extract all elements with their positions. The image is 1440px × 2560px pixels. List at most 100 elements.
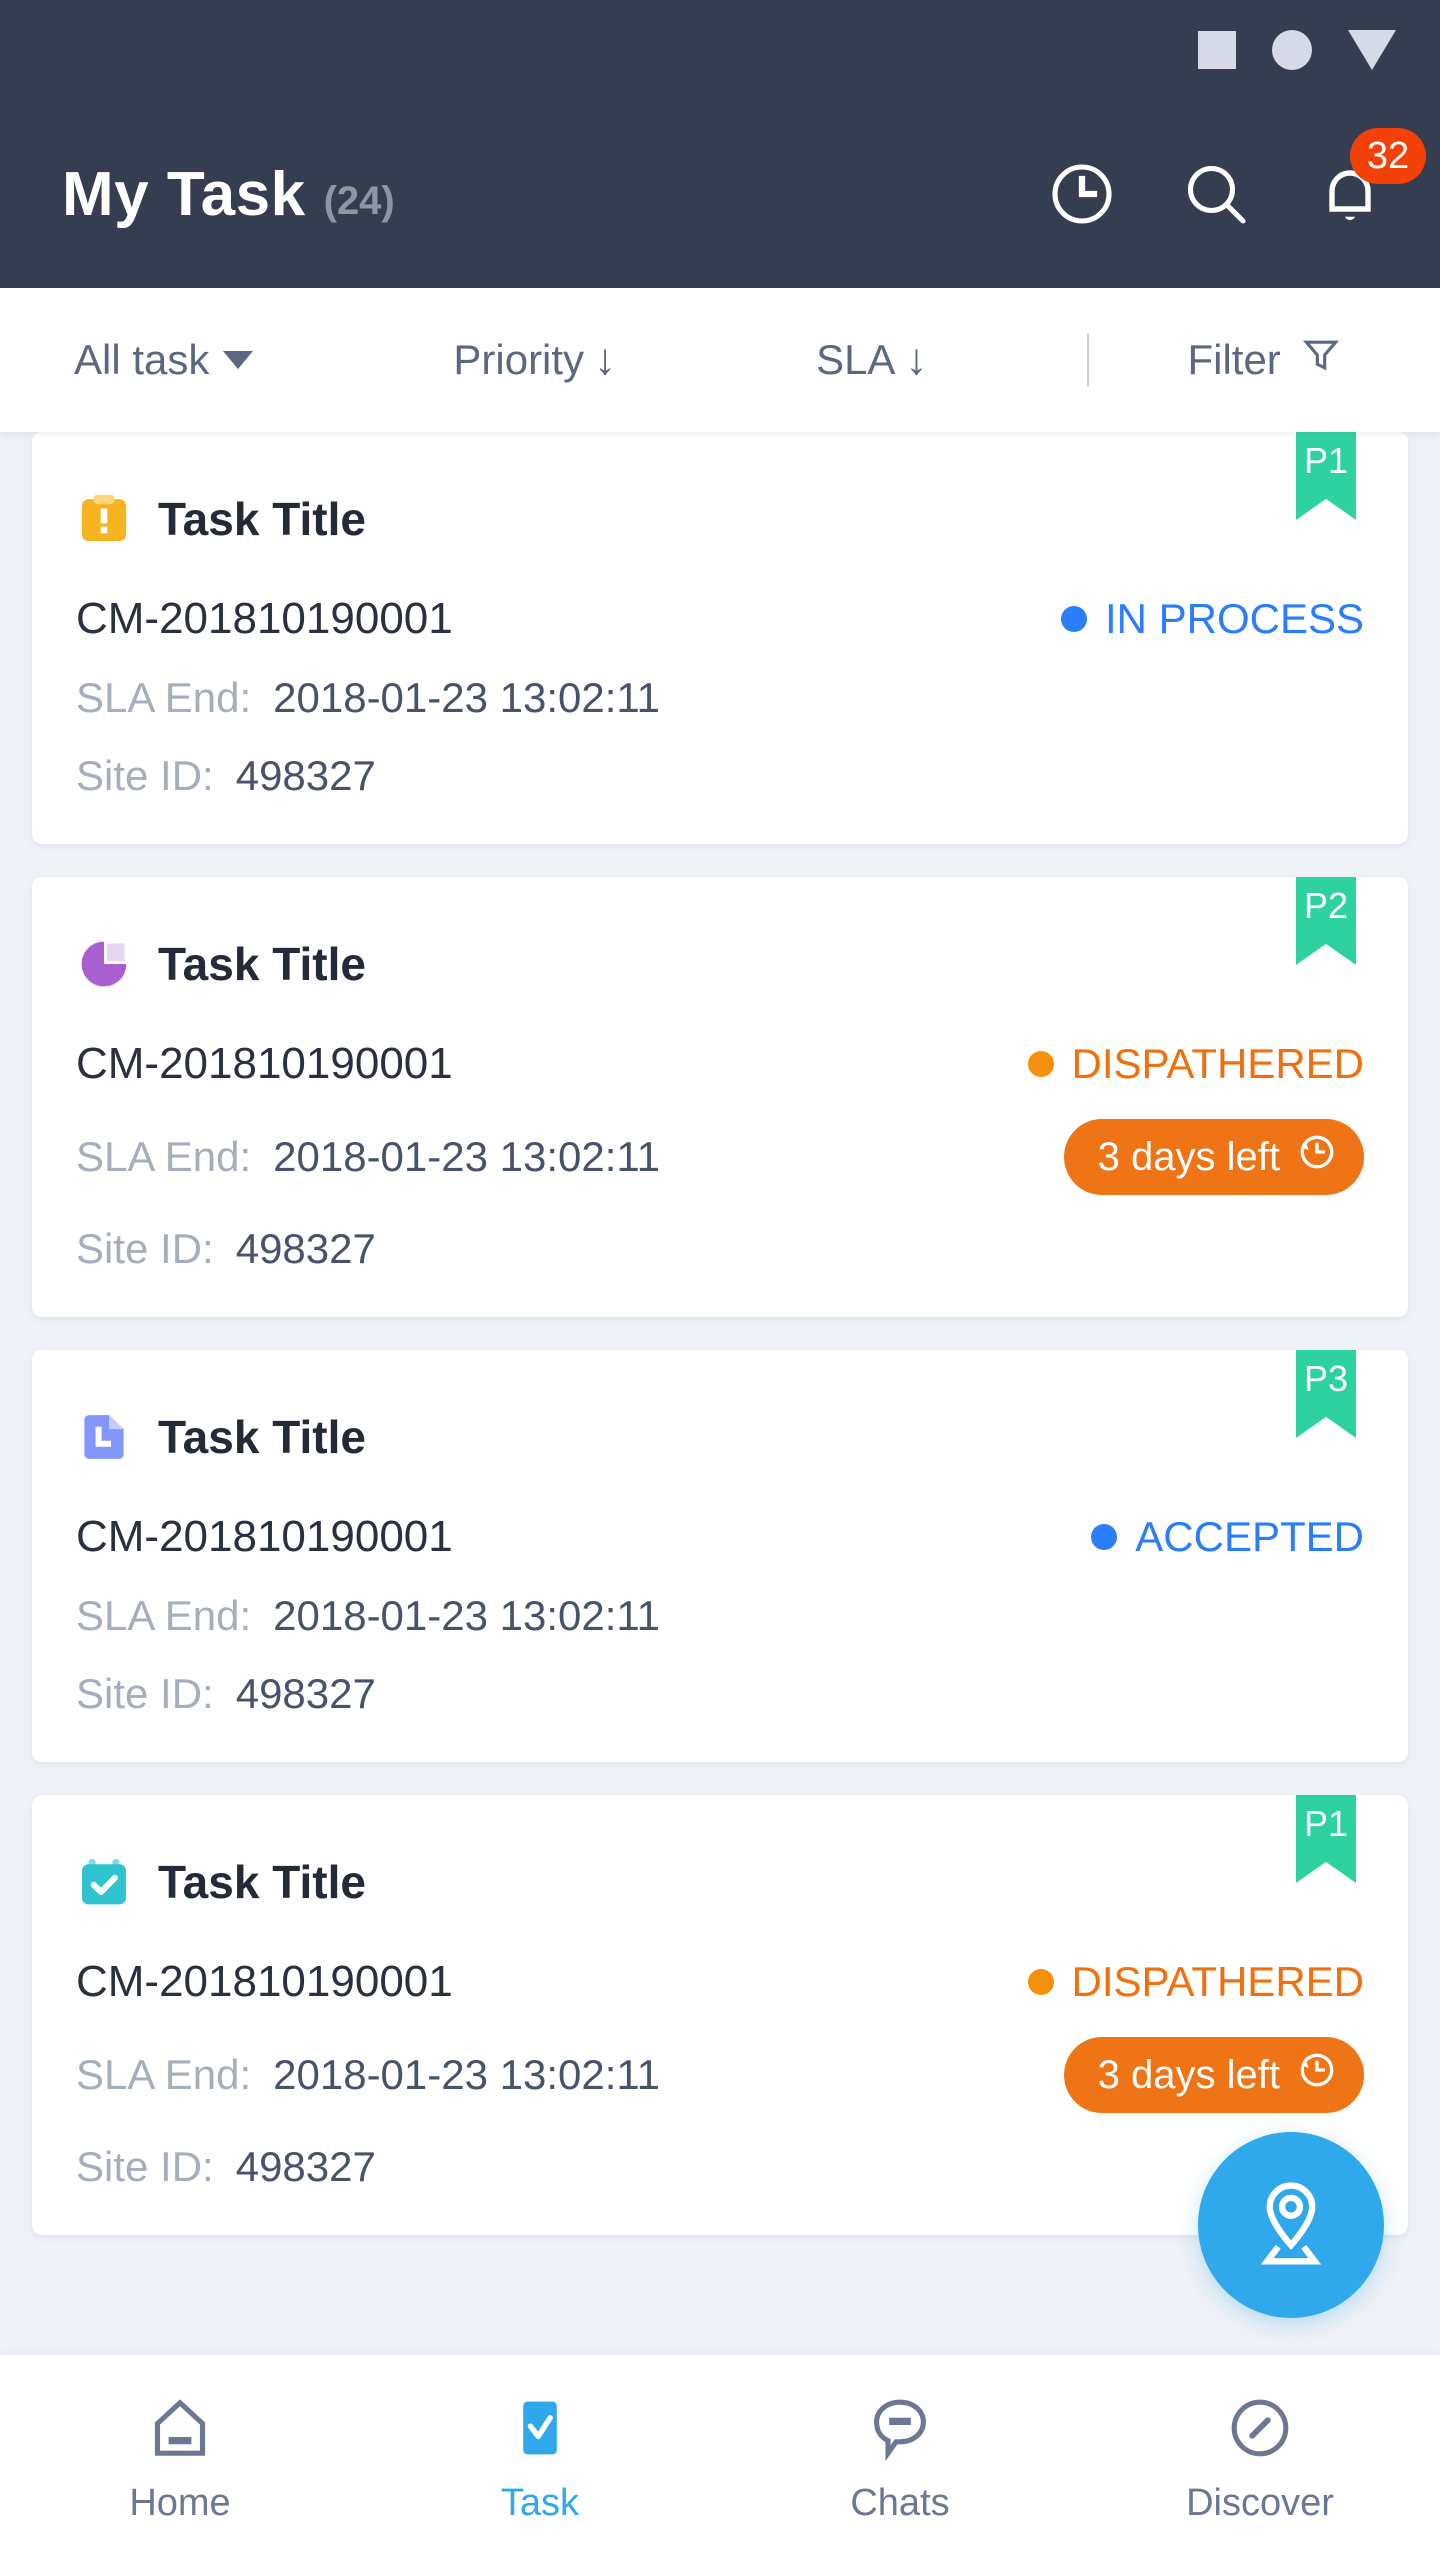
task-code: CM-201810190001: [76, 1957, 453, 2006]
task-card[interactable]: P1 Task Title CM-201810190001 IN PROCESS: [32, 432, 1408, 844]
square-placeholder-icon: [1198, 31, 1236, 69]
map-pin-location-icon: [1240, 2172, 1342, 2279]
status-dot-icon: [1027, 1051, 1054, 1077]
status-dot-icon: [1027, 1969, 1054, 1995]
clock-history-icon: [1296, 2049, 1338, 2101]
pie-chart-icon: [76, 936, 132, 992]
search-button[interactable]: [1180, 158, 1252, 230]
filter-bar: All task Priority ↓ SLA ↓ Filter: [0, 288, 1440, 432]
funnel-icon: [1299, 333, 1343, 387]
countdown-pill: 3 days left: [1063, 1119, 1364, 1195]
divider: [1087, 334, 1090, 386]
status-label: ACCEPTED: [1135, 1513, 1364, 1560]
clock-history-icon: [1296, 1131, 1338, 1183]
site-id-value: 498327: [235, 752, 376, 799]
countdown-label: 3 days left: [1097, 1134, 1280, 1179]
chat-bubble-icon: [864, 2390, 936, 2466]
all-task-label: All task: [74, 336, 210, 383]
site-id-label: Site ID:: [76, 1225, 214, 1272]
task-title: Task Title: [158, 493, 366, 545]
status-badge: IN PROCESS: [1060, 595, 1364, 643]
site-id-label: Site ID:: [76, 752, 214, 799]
app-bar: My Task (24) 32: [0, 100, 1440, 288]
task-code: CM-201810190001: [76, 1039, 453, 1088]
chevron-down-icon: [223, 351, 254, 369]
status-badge: ACCEPTED: [1091, 1513, 1364, 1561]
sla-end-label: SLA End:: [76, 2051, 252, 2098]
sla-end-row: SLA End: 2018-01-23 13:02:11: [76, 1133, 660, 1181]
site-id-value: 498327: [235, 1670, 376, 1717]
bottom-navigation: Home Task Chats Discover: [0, 2355, 1440, 2560]
sla-end-label: SLA End:: [76, 674, 252, 721]
compass-icon: [1224, 2390, 1296, 2466]
site-id-row: Site ID: 498327: [76, 1670, 376, 1718]
nav-label-task: Task: [500, 2482, 580, 2524]
sort-priority-button[interactable]: Priority ↓: [453, 336, 616, 384]
sla-end-label: SLA End:: [76, 1592, 252, 1639]
site-id-value: 498327: [235, 1225, 376, 1272]
task-check-icon: [504, 2390, 576, 2466]
sla-end-value: 2018-01-23 13:02:11: [273, 2051, 661, 2098]
task-title: Task Title: [158, 938, 366, 990]
home-icon: [144, 2390, 216, 2466]
circle-placeholder-icon: [1272, 30, 1312, 70]
clipboard-alert-icon: [76, 491, 132, 547]
site-id-row: Site ID: 498327: [76, 1225, 376, 1273]
status-label: DISPATHERED: [1071, 1958, 1364, 2005]
search-icon: [1180, 158, 1252, 230]
status-dot-icon: [1060, 606, 1087, 632]
nav-item-home[interactable]: Home: [0, 2390, 360, 2525]
task-card[interactable]: P3 Task Title CM-201810190001 ACCEPTED S…: [32, 1350, 1408, 1762]
site-id-row: Site ID: 498327: [76, 2143, 376, 2191]
sla-end-value: 2018-01-23 13:02:11: [273, 1592, 661, 1639]
document-icon: [76, 1409, 132, 1465]
priority-label: Priority: [453, 336, 585, 383]
status-dot-icon: [1091, 1524, 1118, 1550]
page-title: My Task: [62, 159, 306, 229]
task-card[interactable]: P1 Task Title CM-201810190001 DISPATHERE…: [32, 1795, 1408, 2235]
sla-label: SLA: [816, 336, 896, 383]
site-id-value: 498327: [235, 2143, 376, 2190]
sla-end-row: SLA End: 2018-01-23 13:02:11: [76, 674, 660, 722]
notification-badge: 32: [1350, 128, 1426, 184]
nav-item-discover[interactable]: Discover: [1080, 2390, 1440, 2525]
arrow-down-icon: ↓: [594, 335, 617, 384]
task-code: CM-201810190001: [76, 1512, 453, 1561]
triangle-placeholder-icon: [1348, 30, 1396, 70]
task-count: (24): [323, 178, 395, 223]
site-id-label: Site ID:: [76, 1670, 214, 1717]
app-screen: My Task (24) 32 All task Priority ↓ SLA …: [0, 0, 1440, 2560]
all-task-dropdown[interactable]: All task: [74, 336, 254, 384]
sort-sla-button[interactable]: SLA ↓: [816, 336, 927, 384]
site-id-label: Site ID:: [76, 2143, 214, 2190]
calendar-check-icon: [76, 1854, 132, 1910]
filter-button[interactable]: Filter: [1187, 333, 1342, 387]
sla-end-value: 2018-01-23 13:02:11: [273, 1133, 661, 1180]
sla-end-row: SLA End: 2018-01-23 13:02:11: [76, 1592, 660, 1640]
status-badge: DISPATHERED: [1027, 1958, 1364, 2006]
nav-item-chats[interactable]: Chats: [720, 2390, 1080, 2525]
filter-label: Filter: [1187, 336, 1281, 383]
status-label: DISPATHERED: [1071, 1040, 1364, 1087]
sla-end-label: SLA End:: [76, 1133, 252, 1180]
task-card[interactable]: P2 Task Title CM-201810190001 DISPATHERE…: [32, 877, 1408, 1317]
task-title: Task Title: [158, 1411, 366, 1463]
task-title: Task Title: [158, 1856, 366, 1908]
nav-label-chats: Chats: [850, 2482, 950, 2524]
sla-end-row: SLA End: 2018-01-23 13:02:11: [76, 2051, 660, 2099]
status-label: IN PROCESS: [1104, 595, 1364, 642]
task-code: CM-201810190001: [76, 594, 453, 643]
nav-label-discover: Discover: [1186, 2482, 1334, 2524]
countdown-pill: 3 days left: [1063, 2037, 1364, 2113]
sla-end-value: 2018-01-23 13:02:11: [273, 674, 661, 721]
map-location-fab[interactable]: [1198, 2132, 1384, 2318]
countdown-label: 3 days left: [1097, 2052, 1280, 2097]
nav-item-task[interactable]: Task: [360, 2390, 720, 2525]
notifications-button[interactable]: 32: [1314, 128, 1426, 230]
history-clock-button[interactable]: [1046, 158, 1118, 230]
nav-label-home: Home: [129, 2482, 231, 2524]
site-id-row: Site ID: 498327: [76, 752, 376, 800]
status-bar: [0, 0, 1440, 100]
history-clock-icon: [1046, 158, 1118, 230]
status-badge: DISPATHERED: [1027, 1040, 1364, 1088]
